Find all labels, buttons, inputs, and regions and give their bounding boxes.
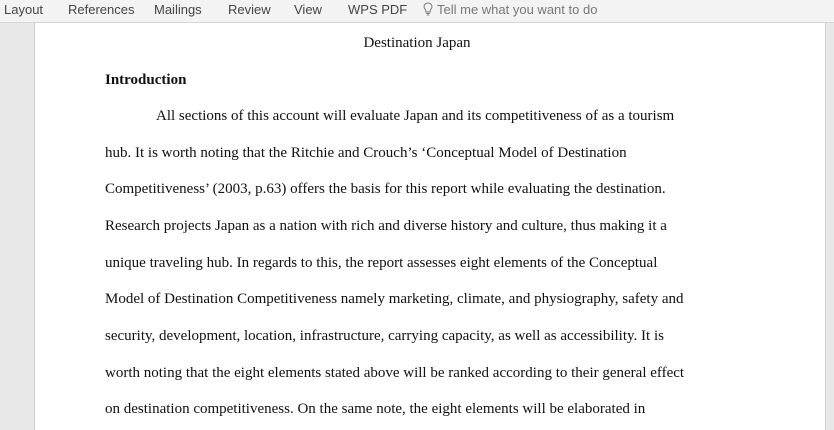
document-title: Destination Japan xyxy=(363,35,471,51)
tell-me-text: Tell me what you want to do xyxy=(437,2,598,17)
paragraph-line: All sections of this account will evalua… xyxy=(156,108,675,124)
ribbon-tab-bar: Layout References Mailings Review View W… xyxy=(0,0,834,23)
paragraph-line: unique traveling hub. In regards to this… xyxy=(105,255,658,271)
tab-review[interactable]: Review xyxy=(228,2,271,18)
paragraph-line: on destination competitiveness. On the s… xyxy=(105,401,646,417)
tab-view[interactable]: View xyxy=(294,2,322,18)
paragraph-line: Competitiveness’ (2003, p.63) offers the… xyxy=(105,181,666,197)
tab-layout[interactable]: Layout xyxy=(4,2,43,18)
paragraph-line: Research projects Japan as a nation with… xyxy=(105,218,667,234)
tab-wps-pdf[interactable]: WPS PDF xyxy=(348,2,407,18)
lightbulb-icon xyxy=(423,2,433,16)
paragraph-line: worth noting that the eight elements sta… xyxy=(105,365,685,381)
tell-me-search[interactable]: Tell me what you want to do xyxy=(423,2,597,18)
tab-mailings[interactable]: Mailings xyxy=(154,2,202,18)
paragraph-line: Model of Destination Competitiveness nam… xyxy=(105,291,684,307)
paragraph-line: hub. It is worth noting that the Ritchie… xyxy=(105,145,627,161)
paragraph-line: security, development, location, infrast… xyxy=(105,328,664,344)
section-heading: Introduction xyxy=(105,72,187,88)
tab-references[interactable]: References xyxy=(68,2,134,18)
